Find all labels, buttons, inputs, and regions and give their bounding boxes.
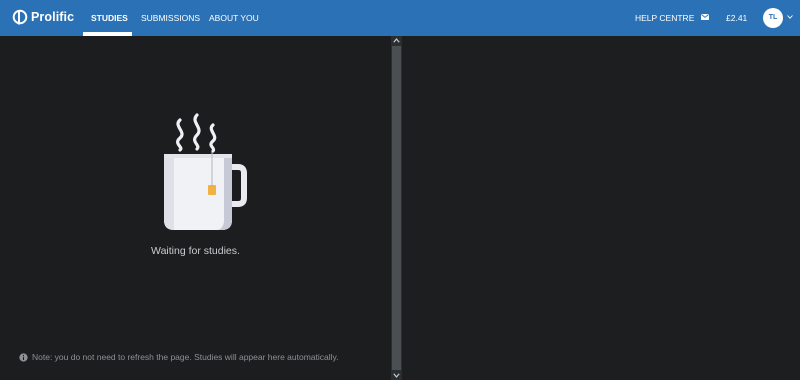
brand-name: Prolific [31, 10, 75, 24]
top-navigation-bar: Prolific STUDIES SUBMISSIONS ABOUT YOU H… [0, 0, 800, 36]
waiting-message: Waiting for studies. [151, 245, 240, 257]
chevron-down-icon[interactable] [787, 15, 793, 19]
scrollbar-thumb[interactable] [392, 46, 401, 370]
balance-display[interactable]: £2.41 [726, 0, 747, 36]
prolific-logo[interactable]: Prolific [12, 9, 74, 25]
avatar[interactable]: TL [763, 8, 783, 28]
scroll-up-arrow-icon[interactable] [393, 38, 400, 43]
scroll-down-arrow-icon[interactable] [393, 373, 400, 378]
info-icon [19, 352, 28, 362]
refresh-note-text: Note: you do not need to refresh the pag… [32, 352, 339, 362]
scrollbar[interactable] [391, 36, 402, 380]
study-detail-panel [402, 36, 800, 380]
tea-mug-icon [164, 113, 247, 230]
prolific-logo-icon [12, 9, 28, 25]
envelope-icon[interactable] [701, 14, 709, 20]
nav-studies[interactable]: STUDIES [91, 0, 128, 36]
help-centre-link[interactable]: HELP CENTRE [635, 0, 694, 36]
nav-submissions[interactable]: SUBMISSIONS [141, 0, 200, 36]
refresh-note: Note: you do not need to refresh the pag… [19, 352, 339, 362]
nav-about-you[interactable]: ABOUT YOU [209, 0, 259, 36]
